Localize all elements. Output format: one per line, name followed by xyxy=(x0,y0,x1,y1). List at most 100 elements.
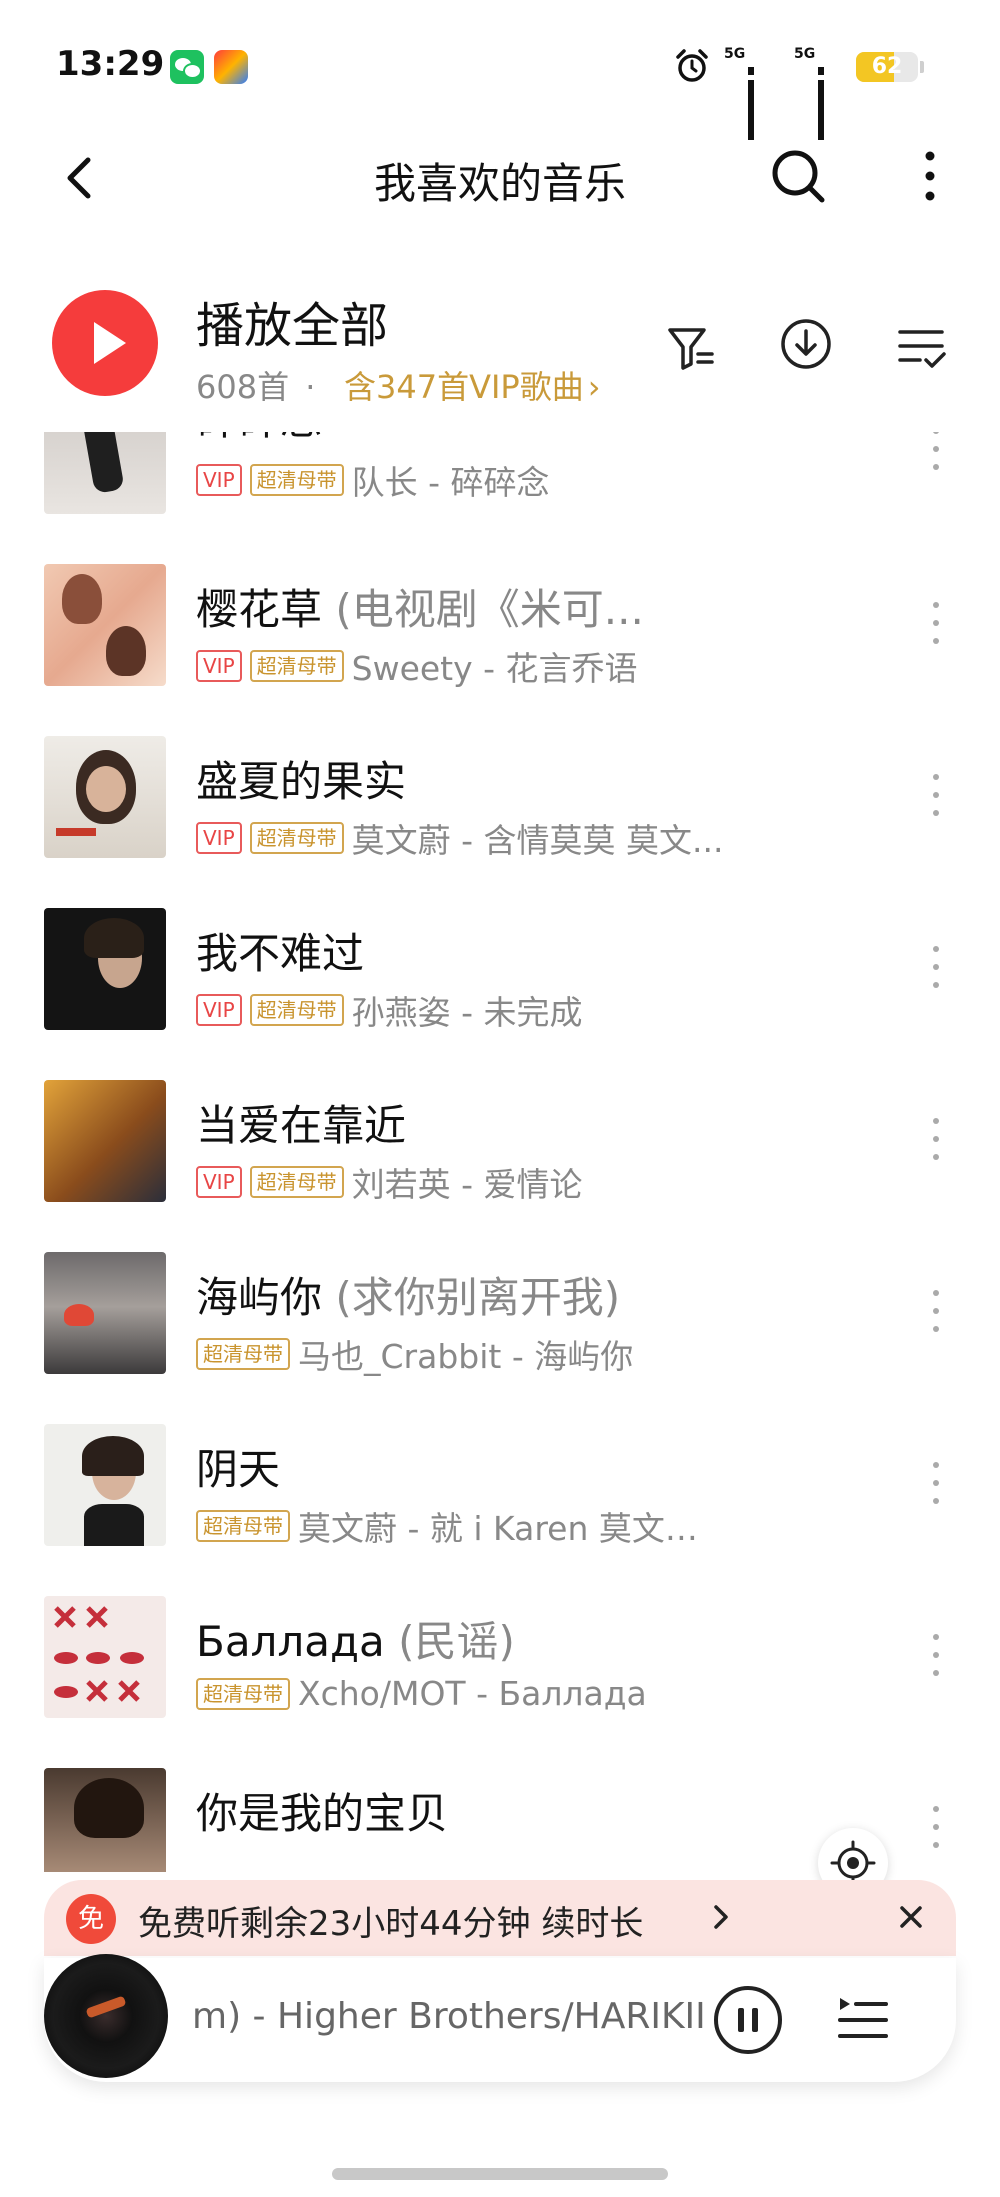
pause-button[interactable] xyxy=(714,1986,782,2054)
song-meta: 超清母带 马也_Crabbit - 海屿你 xyxy=(196,1330,633,1376)
album-cover xyxy=(44,1768,166,1872)
song-more-icon[interactable] xyxy=(922,1282,950,1342)
game-app-icon xyxy=(214,50,248,84)
song-title: 阴天 xyxy=(196,1445,281,1494)
network-label: 5G xyxy=(724,46,746,62)
network-label: 5G xyxy=(794,46,816,62)
song-list: 碎碎念 VIP超清母带队长 - 碎碎念 樱花草 (电视剧《米可... VIP超清… xyxy=(0,432,1000,1872)
song-title: 碎碎念 xyxy=(196,432,322,447)
song-title: 樱花草 (电视剧《米可... xyxy=(196,585,644,634)
vip-badge: VIP xyxy=(196,994,242,1026)
vip-songs-label: 含347首VIP歌曲 xyxy=(344,368,584,406)
song-title: 当爱在靠近 xyxy=(196,1101,407,1150)
filter-icon[interactable] xyxy=(664,320,720,376)
batch-manage-icon[interactable] xyxy=(896,322,948,374)
song-meta: VIP 超清母带 孙燕姿 - 未完成 xyxy=(196,986,583,1032)
song-more-icon[interactable] xyxy=(922,938,950,998)
artist-album: Sweety - 花言乔语 xyxy=(351,649,638,688)
vip-badge: VIP xyxy=(196,1166,242,1198)
free-listen-text: 免费听剩余23小时44分钟 续时长 xyxy=(138,1904,644,1944)
album-cover xyxy=(44,1080,166,1202)
album-cover xyxy=(44,1596,166,1718)
song-subtitle: (民谣) xyxy=(384,1617,515,1666)
battery-percent: 62 xyxy=(871,54,903,79)
status-time: 13:29 xyxy=(56,44,165,84)
chevron-right-icon: › xyxy=(587,368,601,406)
close-icon[interactable] xyxy=(894,1900,928,1934)
search-icon[interactable] xyxy=(766,144,830,208)
song-row[interactable]: Баллада (民谣) 超清母带 Xcho/MOT - Баллада xyxy=(0,1596,1000,1768)
album-cover xyxy=(44,1252,166,1374)
artist-album: Xcho/MOT - Баллада xyxy=(298,1674,647,1713)
song-subtitle: (求你别离开我) xyxy=(322,1273,621,1322)
alarm-icon xyxy=(676,49,708,82)
song-row[interactable]: 樱花草 (电视剧《米可... VIP 超清母带 Sweety - 花言乔语 xyxy=(0,564,1000,736)
song-more-icon[interactable] xyxy=(922,1626,950,1686)
song-row[interactable]: 阴天 超清母带 莫文蔚 - 就 i Karen 莫文蔚... xyxy=(0,1424,1000,1596)
song-count: 608首 · xyxy=(196,362,315,408)
now-playing-title[interactable]: m) - Higher Brothers/HARIKII xyxy=(192,1996,732,2037)
song-more-icon[interactable] xyxy=(922,1110,950,1170)
album-cover xyxy=(44,432,166,514)
free-listen-banner[interactable]: 免 免费听剩余23小时44分钟 续时长 xyxy=(44,1880,956,1956)
vip-badge: VIP xyxy=(196,464,242,496)
page-title: 我喜欢的音乐 xyxy=(373,159,626,208)
song-meta: VIP 超清母带 Sweety - 花言乔语 xyxy=(196,642,638,688)
playlist-icon[interactable] xyxy=(834,1990,890,2046)
battery-icon: 62 xyxy=(856,52,918,82)
song-meta: VIP 超清母带 队长 - 碎碎念 xyxy=(196,456,550,502)
mini-player[interactable]: m) - Higher Brothers/HARIKII xyxy=(44,1954,956,2082)
play-all-label[interactable]: 播放全部 xyxy=(196,286,388,356)
album-cover xyxy=(44,564,166,686)
hires-master-badge: 超清母带 xyxy=(249,650,344,682)
song-row[interactable]: 海屿你 (求你别离开我) 超清母带 马也_Crabbit - 海屿你 xyxy=(0,1252,1000,1424)
cover-art-pattern xyxy=(54,1606,144,1702)
song-more-icon[interactable] xyxy=(922,1454,950,1514)
song-more-icon[interactable] xyxy=(922,594,950,654)
artist-album: 队长 - 碎碎念 xyxy=(351,463,550,502)
wechat-icon xyxy=(170,50,204,84)
hires-master-badge: 超清母带 xyxy=(249,464,344,496)
hires-master-badge: 超清母带 xyxy=(249,994,344,1026)
song-subtitle: (电视剧《米可... xyxy=(322,585,644,634)
song-count-value: 608首 xyxy=(196,368,290,406)
home-indicator[interactable] xyxy=(332,2168,668,2180)
now-playing-cover[interactable] xyxy=(44,1954,168,2078)
separator: · xyxy=(305,368,316,406)
song-meta: 超清母带 Xcho/MOT - Баллада xyxy=(196,1674,647,1714)
song-more-icon[interactable] xyxy=(922,1798,950,1858)
artist-album: 孙燕姿 - 未完成 xyxy=(351,993,583,1032)
album-cover xyxy=(44,736,166,858)
hires-master-badge: 超清母带 xyxy=(196,1338,290,1370)
artist-album: 马也_Crabbit - 海屿你 xyxy=(298,1337,634,1376)
song-row[interactable]: 当爱在靠近 VIP 超清母带 刘若英 - 爱情论 xyxy=(0,1080,1000,1252)
download-icon[interactable] xyxy=(778,316,834,372)
song-row[interactable]: 碎碎念 VIP超清母带队长 - 碎碎念 xyxy=(0,432,1000,564)
hires-master-badge: 超清母带 xyxy=(196,1510,290,1542)
artist-album: 莫文蔚 - 就 i Karen 莫文蔚... xyxy=(298,1509,718,1548)
hires-master-badge: 超清母带 xyxy=(196,1677,290,1710)
more-options-icon[interactable] xyxy=(910,144,950,208)
hires-master-badge: 超清母带 xyxy=(249,822,344,854)
album-cover xyxy=(44,1424,166,1546)
song-more-icon[interactable] xyxy=(922,766,950,826)
chevron-right-icon xyxy=(714,1905,728,1929)
song-meta: VIP 超清母带 刘若英 - 爱情论 xyxy=(196,1158,583,1204)
vip-badge: VIP xyxy=(196,650,242,682)
vip-badge: VIP xyxy=(196,822,242,854)
song-meta: VIP 超清母带 莫文蔚 - 含情莫莫 莫文... xyxy=(196,814,724,860)
song-meta: 超清母带 莫文蔚 - 就 i Karen 莫文蔚... xyxy=(196,1502,718,1548)
vip-songs-link[interactable]: 含347首VIP歌曲 › xyxy=(344,362,601,408)
song-title: 海屿你 (求你别离开我) xyxy=(196,1273,621,1322)
song-row[interactable]: 盛夏的果实 VIP 超清母带 莫文蔚 - 含情莫莫 莫文... xyxy=(0,736,1000,908)
song-row[interactable]: 我不难过 VIP 超清母带 孙燕姿 - 未完成 xyxy=(0,908,1000,1080)
play-all-header: 播放全部 608首 · 含347首VIP歌曲 › xyxy=(0,280,1000,430)
song-title: 盛夏的果实 xyxy=(196,757,407,806)
play-all-button[interactable] xyxy=(52,290,158,396)
battery-tip xyxy=(920,61,924,73)
song-more-icon[interactable] xyxy=(922,432,950,480)
artist-album: 莫文蔚 - 含情莫莫 莫文... xyxy=(351,821,724,860)
hires-master-badge: 超清母带 xyxy=(249,1166,344,1198)
album-cover xyxy=(44,908,166,1030)
song-title: 你是我的宝贝 xyxy=(196,1789,449,1838)
